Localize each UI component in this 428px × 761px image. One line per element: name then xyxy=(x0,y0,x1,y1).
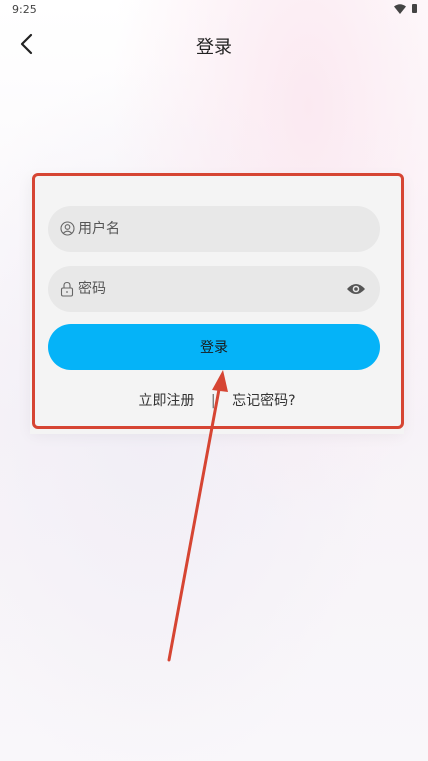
battery-icon xyxy=(412,4,417,13)
forgot-password-link[interactable]: 忘记密码? xyxy=(232,390,295,410)
register-link[interactable]: 立即注册 xyxy=(138,390,194,410)
lock-icon xyxy=(60,281,74,297)
status-bar: 9:25 xyxy=(0,0,428,22)
auth-links: 立即注册 | 忘记密码? xyxy=(30,390,404,410)
eye-icon[interactable] xyxy=(346,281,366,297)
status-time: 9:25 xyxy=(12,3,37,16)
header: 登录 xyxy=(0,22,428,68)
link-divider: | xyxy=(210,393,216,409)
user-icon xyxy=(60,221,75,236)
wifi-icon xyxy=(394,4,406,14)
password-field[interactable] xyxy=(48,266,380,312)
password-input[interactable] xyxy=(78,266,338,312)
login-card: 登录 立即注册 | 忘记密码? xyxy=(30,176,404,434)
page-title: 登录 xyxy=(196,37,232,58)
username-input[interactable] xyxy=(78,206,338,252)
login-button[interactable]: 登录 xyxy=(48,324,380,370)
username-field[interactable] xyxy=(48,206,380,252)
